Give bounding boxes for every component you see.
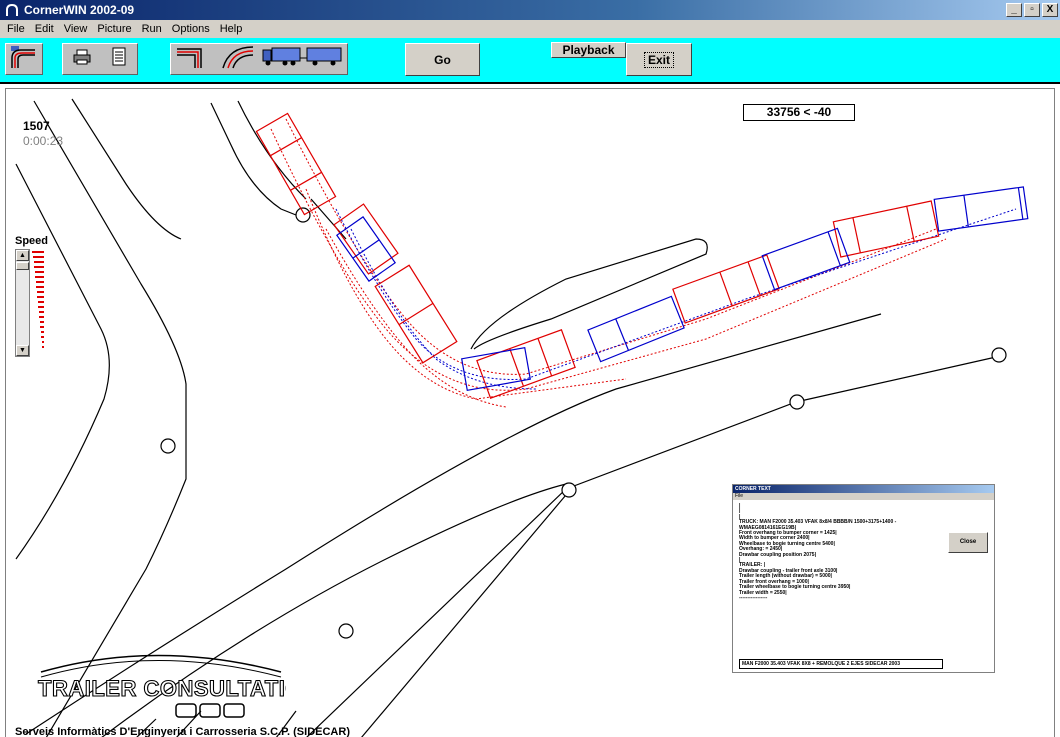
curved-corner-icon [219, 45, 255, 74]
exit-button-label: Exit [643, 51, 674, 68]
company-footer: Serveis Informàtics D'Enginyeria i Carro… [15, 726, 350, 737]
vehicle-select-button[interactable] [259, 45, 347, 73]
menu-file[interactable]: File [2, 23, 30, 35]
exit-button[interactable]: Exit [626, 43, 692, 76]
dialog-title: CORNER TEXT [733, 485, 994, 493]
vehicle-spec-text: | | | TRUCK: MAN F2000 35.403 VFAK 8x8/4… [739, 503, 939, 601]
simulation-canvas[interactable]: 33756 < -40 1507 0:00:23 Speed ▲ ▼ TRAIL… [5, 88, 1055, 737]
corner-text-dialog: CORNER TEXT File | | | TRUCK: MAN F2000 … [732, 484, 995, 673]
document-icon [111, 47, 127, 72]
menu-picture[interactable]: Picture [92, 23, 136, 35]
corner-90-button[interactable] [171, 45, 215, 73]
window-title: CornerWIN 2002-09 [24, 3, 135, 17]
menu-help[interactable]: Help [215, 23, 248, 35]
cornerwin-logo-icon [4, 2, 20, 18]
trailer-consultation-logo: TRAILER CONSULTATION [36, 644, 319, 724]
swept-path-red [270, 118, 947, 408]
spec-line: ----------------- [739, 594, 768, 601]
svg-text:TRAILER CONSULTATION: TRAILER CONSULTATION [38, 676, 286, 701]
print-button[interactable] [63, 45, 100, 73]
position-readout: 33756 < -40 [743, 104, 855, 121]
printer-icon [72, 48, 92, 71]
curved-corner-button[interactable] [215, 45, 259, 73]
scroll-down-arrow-icon[interactable]: ▼ [16, 345, 29, 356]
vehicle-description-field[interactable]: MAN F2000 35.403 VFAK 8X8 + REMOLQUE 2 E… [739, 659, 943, 669]
playback-button[interactable]: Playback [551, 42, 626, 58]
corner-90-icon [175, 45, 211, 74]
speed-level-bars [32, 251, 44, 348]
speed-label: Speed [15, 235, 49, 247]
text-report-button[interactable] [100, 45, 137, 73]
geometry-tool-group [170, 43, 348, 75]
close-button[interactable]: X [1042, 3, 1058, 17]
window-controls: _ ▫ X [1006, 3, 1058, 17]
menu-bar: File Edit View Picture Run Options Help [0, 20, 1060, 38]
road-layout-button[interactable] [6, 45, 42, 73]
menu-view[interactable]: View [59, 23, 93, 35]
elapsed-time: 0:00:23 [23, 134, 64, 148]
menu-run[interactable]: Run [137, 23, 167, 35]
title-bar: CornerWIN 2002-09 _ ▫ X [0, 0, 1060, 20]
dialog-close-button[interactable]: Close [948, 532, 988, 553]
file-tool-group [62, 43, 138, 75]
cornerwin-window: CornerWIN 2002-09 _ ▫ X File Edit View P… [0, 0, 1060, 737]
truck-trailer-icon [261, 46, 345, 73]
restore-button[interactable]: ▫ [1024, 3, 1040, 17]
dialog-menu-file[interactable]: File [733, 493, 994, 500]
go-button[interactable]: Go [405, 43, 480, 76]
speed-slider[interactable]: ▲ ▼ [15, 249, 30, 357]
speed-slider-thumb[interactable] [16, 262, 29, 270]
toolbar: Go Playback Exit [0, 38, 1060, 84]
menu-options[interactable]: Options [167, 23, 215, 35]
scroll-up-arrow-icon[interactable]: ▲ [16, 250, 29, 261]
layout-tool-group [5, 43, 43, 75]
frame-number: 1507 [23, 119, 50, 133]
menu-edit[interactable]: Edit [30, 23, 59, 35]
road-layout-icon [9, 44, 39, 75]
minimize-button[interactable]: _ [1006, 3, 1022, 17]
